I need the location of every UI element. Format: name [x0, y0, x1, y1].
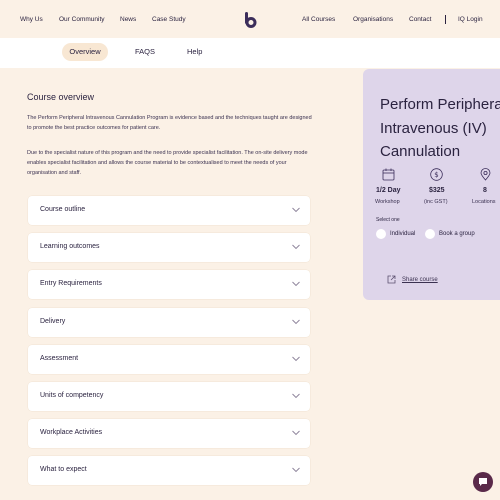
course-title-line: Intravenous (IV) — [380, 119, 487, 137]
tab-overview[interactable]: Overview — [62, 43, 108, 61]
accordion-item[interactable]: Entry Requirements — [28, 270, 310, 300]
calendar-icon — [382, 168, 395, 181]
b-logo-icon[interactable] — [243, 12, 257, 28]
nav-organisations[interactable]: Organisations — [353, 16, 393, 23]
accordion-item[interactable]: Assessment — [28, 344, 310, 374]
svg-text:$: $ — [434, 171, 438, 179]
course-card: Perform Peripheral Intravenous (IV) Cann… — [363, 69, 500, 300]
accordion-item[interactable]: Delivery — [28, 307, 310, 337]
accordion-item-label: Entry Requirements — [40, 280, 102, 288]
course-overview-heading: Course overview — [27, 92, 95, 102]
section-tabs: Overview FAQS Help — [0, 38, 500, 68]
overview-paragraph-2: Due to the specialist nature of this pro… — [27, 150, 308, 176]
nav-all-courses[interactable]: All Courses — [302, 16, 335, 23]
accordion-item-label: Workplace Activities — [40, 429, 103, 437]
accordion-item-label: Delivery — [40, 317, 66, 325]
book-group-radio-label[interactable]: Book a group — [439, 231, 475, 237]
top-navigation: Why Us Our Community News Case Study All… — [0, 0, 500, 38]
chevron-down-icon[interactable] — [292, 393, 300, 399]
accordion-item[interactable]: Workplace Activities — [28, 419, 310, 449]
course-title-line: Cannulation — [380, 143, 461, 160]
main-content: Course overview The Perform Peripheral I… — [0, 68, 362, 500]
accordion-item-label: Assessment — [40, 354, 79, 362]
accordion-item-label: What to expect — [40, 466, 87, 474]
course-title: Perform Peripheral Intravenous (IV) Cann… — [380, 93, 500, 164]
chevron-down-icon[interactable] — [292, 319, 300, 325]
accordion-item[interactable]: Units of competency — [28, 382, 310, 411]
price-label: (inc GST) — [424, 199, 448, 205]
locations-label: Locations — [472, 199, 496, 205]
chevron-down-icon[interactable] — [292, 207, 300, 213]
duration-label: Workshop — [375, 199, 400, 205]
duration-value: 1/2 Day — [376, 187, 401, 194]
individual-radio[interactable] — [376, 229, 386, 239]
chevron-down-icon[interactable] — [292, 430, 300, 436]
nav-why-us[interactable]: Why Us — [20, 16, 43, 23]
nav-contact[interactable]: Contact — [409, 16, 431, 23]
accordion-item[interactable]: Course outline — [28, 196, 310, 225]
chevron-down-icon[interactable] — [292, 281, 300, 287]
accordion-item-label: Course outline — [40, 206, 86, 213]
accordion-item-label: Learning outcomes — [40, 243, 100, 251]
nav-separator — [445, 15, 446, 24]
book-group-radio[interactable] — [425, 229, 435, 239]
chevron-down-icon[interactable] — [292, 244, 300, 250]
tab-faqs[interactable]: FAQS — [135, 47, 155, 56]
nav-news[interactable]: News — [120, 16, 136, 23]
accordion-item[interactable]: Learning outcomes — [28, 233, 310, 263]
location-pin-icon — [480, 168, 491, 181]
chevron-down-icon[interactable] — [292, 356, 300, 362]
chat-icon — [479, 478, 487, 486]
nav-our-community[interactable]: Our Community — [59, 16, 105, 23]
accordion-item[interactable]: What to expect — [28, 456, 310, 486]
chevron-down-icon[interactable] — [292, 467, 300, 473]
nav-iq-login[interactable]: IQ Login — [458, 16, 483, 23]
tab-help[interactable]: Help — [187, 47, 202, 56]
course-title-line: Perform Peripheral — [380, 96, 500, 113]
chat-button[interactable] — [473, 472, 493, 492]
individual-radio-label[interactable]: Individual — [390, 231, 415, 237]
share-course-link[interactable]: Share course — [402, 277, 438, 283]
accordion-item-label: Units of competency — [40, 392, 104, 399]
share-icon[interactable] — [387, 275, 396, 284]
overview-paragraph-1: The Perform Peripheral Intravenous Cannu… — [27, 115, 312, 131]
locations-value: 8 — [483, 187, 487, 194]
nav-case-study[interactable]: Case Study — [152, 16, 186, 23]
price-value: $325 — [429, 187, 445, 194]
dollar-icon: $ — [430, 168, 443, 181]
select-one-label: Select one — [376, 217, 400, 223]
